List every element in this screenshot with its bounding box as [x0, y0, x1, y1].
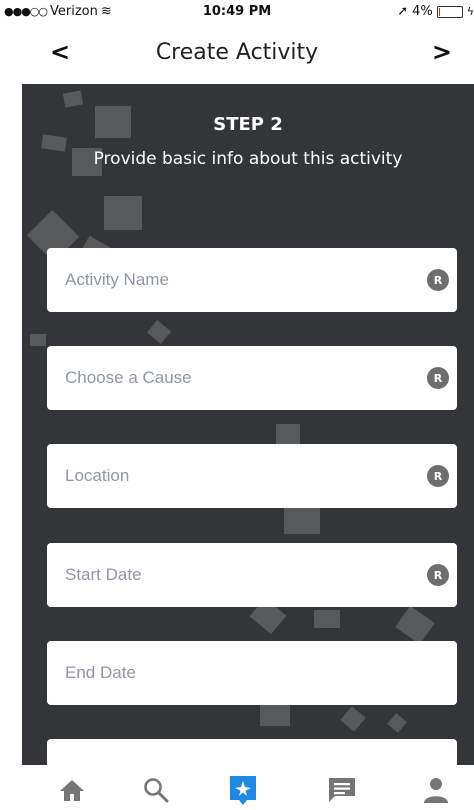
- decorative-square: [395, 605, 435, 645]
- status-right: ➚ 4% ϟ: [397, 4, 474, 19]
- search-icon: [144, 778, 169, 803]
- step-title: STEP 2: [213, 114, 283, 135]
- tab-search[interactable]: [136, 775, 176, 805]
- location-placeholder: Location: [65, 466, 130, 485]
- decorative-square: [340, 706, 366, 732]
- decorative-square: [41, 134, 67, 152]
- profile-icon: [424, 778, 448, 803]
- required-badge: R: [427, 564, 449, 586]
- nav-bar: < Create Activity >: [0, 24, 474, 84]
- next-form-field[interactable]: [47, 739, 457, 765]
- decorative-square: [387, 713, 407, 733]
- battery-icon: [436, 5, 463, 18]
- required-badge: R: [427, 269, 449, 291]
- decorative-square: [146, 320, 172, 344]
- status-bar: ●●●○○ Verizon ≋ 10:49 PM ➚ 4% ϟ: [0, 0, 474, 24]
- required-badge: R: [427, 465, 449, 487]
- battery-percent: 4%: [412, 4, 433, 19]
- activity-name-field[interactable]: Activity Name R: [47, 248, 457, 312]
- create-activity-icon: [230, 776, 256, 805]
- end-date-field[interactable]: End Date: [47, 641, 457, 705]
- home-icon: [60, 780, 84, 801]
- charging-icon: ϟ: [466, 5, 474, 18]
- battery-level: [438, 7, 440, 16]
- decorative-square: [276, 424, 300, 444]
- decorative-square: [62, 90, 84, 108]
- messages-icon: [329, 778, 355, 802]
- tab-home[interactable]: [52, 775, 92, 805]
- end-date-placeholder: End Date: [65, 663, 136, 682]
- next-button[interactable]: >: [432, 38, 452, 66]
- step-subtitle: Provide basic info about this activity: [93, 149, 403, 169]
- tab-messages[interactable]: [322, 775, 362, 805]
- choose-cause-placeholder: Choose a Cause: [65, 368, 192, 387]
- decorative-square: [260, 704, 290, 726]
- decorative-square: [284, 504, 320, 534]
- start-date-field[interactable]: Start Date R: [47, 543, 457, 607]
- tab-profile[interactable]: [416, 775, 456, 805]
- location-arrow-icon: ➚: [397, 4, 409, 19]
- form-panel: STEP 2 Provide basic info about this act…: [22, 84, 474, 765]
- activity-name-placeholder: Activity Name: [65, 270, 169, 289]
- tab-bar: [0, 765, 474, 810]
- required-badge: R: [427, 367, 449, 389]
- tab-create-activity[interactable]: [223, 775, 263, 805]
- decorative-square: [104, 196, 142, 230]
- choose-cause-field[interactable]: Choose a Cause R: [47, 346, 457, 410]
- page-title: Create Activity: [155, 40, 319, 65]
- start-date-placeholder: Start Date: [65, 565, 142, 584]
- decorative-square: [314, 610, 340, 628]
- location-field[interactable]: Location R: [47, 444, 457, 508]
- decorative-square: [30, 334, 46, 346]
